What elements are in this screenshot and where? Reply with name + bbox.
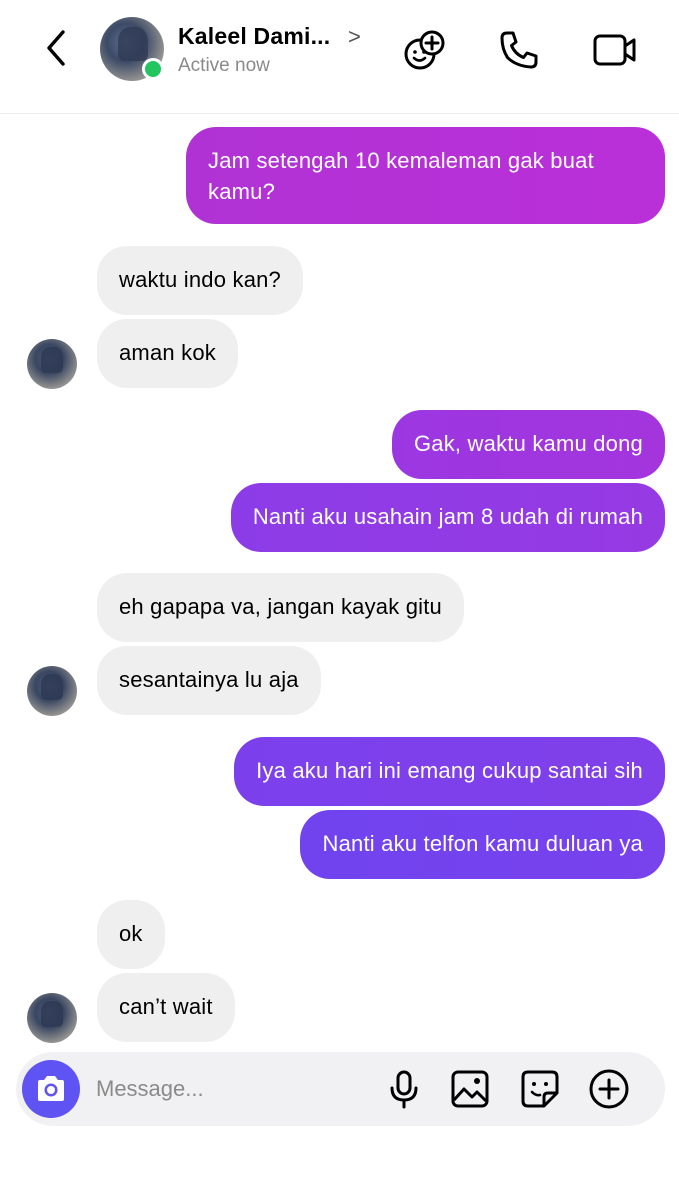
message-bubble-outgoing[interactable]: Gak, waktu kamu dong <box>391 410 665 479</box>
message-bubble-outgoing[interactable]: Nanti aku usahain jam 8 udah di rumah <box>230 483 665 552</box>
active-status: Active now <box>178 55 270 76</box>
image-icon <box>451 1070 489 1108</box>
message-bubble-incoming[interactable]: can’t wait <box>97 973 235 1042</box>
microphone-icon <box>390 1070 418 1109</box>
message-bubble-outgoing[interactable]: Iya aku hari ini emang cukup santai sih <box>234 737 665 806</box>
contact-name[interactable]: Kaleel Dami... <box>178 23 330 50</box>
voice-message-button[interactable] <box>382 1067 426 1111</box>
sender-avatar[interactable] <box>27 666 77 716</box>
video-camera-icon <box>593 34 636 66</box>
chevron-left-icon <box>47 30 65 66</box>
message-bubble-incoming[interactable]: eh gapapa va, jangan kayak gitu <box>97 573 464 642</box>
online-status-dot <box>142 58 164 80</box>
video-call-button[interactable] <box>590 25 640 75</box>
chevron-right-icon[interactable]: > <box>348 24 361 50</box>
camera-icon <box>38 1076 64 1101</box>
back-button[interactable] <box>36 26 76 70</box>
gallery-button[interactable] <box>448 1067 492 1111</box>
phone-icon <box>500 31 538 69</box>
sticker-icon <box>521 1070 559 1108</box>
message-bubble-incoming[interactable]: waktu indo kan? <box>97 246 303 315</box>
message-bubble-outgoing[interactable]: Jam setengah 10 kemaleman gak buat kamu? <box>186 127 665 224</box>
more-options-button[interactable] <box>587 1067 631 1111</box>
camera-button[interactable] <box>22 1060 80 1118</box>
chat-header: Kaleel Dami... > Active now <box>0 0 679 114</box>
message-bubble-outgoing[interactable]: Nanti aku telfon kamu duluan ya <box>300 810 665 879</box>
message-bubble-incoming[interactable]: sesantainya lu aja <box>97 646 321 715</box>
add-people-icon <box>404 30 445 70</box>
audio-call-button[interactable] <box>494 25 544 75</box>
message-composer <box>16 1052 665 1126</box>
sticker-button[interactable] <box>518 1067 562 1111</box>
message-input[interactable] <box>96 1070 376 1108</box>
add-people-button[interactable] <box>400 25 450 75</box>
message-bubble-incoming[interactable]: aman kok <box>97 319 238 388</box>
sender-avatar[interactable] <box>27 993 77 1043</box>
plus-circle-icon <box>589 1069 629 1109</box>
message-bubble-incoming[interactable]: ok <box>97 900 165 969</box>
sender-avatar[interactable] <box>27 339 77 389</box>
message-list[interactable]: Jam setengah 10 kemaleman gak buat kamu?… <box>0 115 679 1045</box>
